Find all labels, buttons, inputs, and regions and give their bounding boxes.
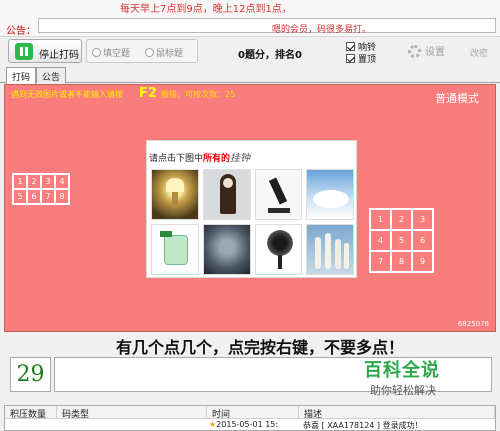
grid-cell[interactable]: 5	[13, 189, 27, 204]
grid-cell[interactable]: 7	[370, 251, 391, 272]
settings-label: 设置	[425, 47, 445, 58]
countdown-number: 29	[10, 357, 51, 392]
mushroom-shape	[315, 237, 322, 269]
microscope-shape	[267, 208, 290, 213]
lamp-shape	[166, 178, 184, 192]
tree-shape	[277, 255, 282, 269]
notice-bar: 公告： 每天早上7点到9点，晚上12点到1点， 嗯的会员，码很多易打。	[0, 0, 500, 37]
stop-button-label: 停止打码	[39, 50, 79, 61]
grid-cell[interactable]: 4	[55, 174, 69, 189]
score-text: 0题分，排名0	[238, 50, 302, 61]
grid-cell[interactable]: 1	[13, 174, 27, 189]
radio-circle-icon	[92, 48, 101, 57]
microscope-shape	[268, 177, 287, 205]
checkbox-checked-icon	[346, 54, 355, 63]
f2-key-hint: F2	[139, 86, 157, 101]
captcha-pic-clock[interactable]	[202, 169, 251, 220]
grid-cell[interactable]: 1	[370, 209, 391, 230]
log-table: 积压数量 码类型 时间 描述 ★2015-05-01 15: 恭喜 [ XAA1…	[4, 405, 496, 431]
tab-announcement[interactable]: 公告	[36, 67, 67, 83]
grid-cell[interactable]: 9	[412, 251, 433, 272]
log-time-cell: ★2015-05-01 15:	[209, 420, 278, 429]
log-time: 2015-05-01 15:	[216, 420, 279, 429]
tab-captcha[interactable]: 打码	[6, 67, 37, 84]
grid-cell[interactable]: 6	[27, 189, 41, 204]
checkbox-checked-icon	[346, 42, 355, 51]
radio-mouse-label: 鼠标题	[156, 49, 184, 59]
grid-cell[interactable]: 8	[55, 189, 69, 204]
prompt-emphasis: 所有的	[203, 154, 231, 164]
captcha-picture-grid	[151, 169, 354, 275]
prompt-prefix: 请点击下图中	[149, 154, 204, 164]
grid-cell[interactable]: 8	[391, 251, 412, 272]
grid-cell[interactable]: 5	[391, 230, 412, 251]
radio-mouse[interactable]: 鼠标题	[145, 46, 183, 59]
captcha-pic-lamp[interactable]	[151, 169, 199, 220]
column-header: 描述	[299, 406, 495, 420]
sprayer-shape	[160, 231, 172, 237]
radio-circle-icon	[145, 48, 154, 57]
grid-cell[interactable]: 2	[27, 174, 41, 189]
watermark-title: 百科全说	[364, 360, 440, 381]
settings-button[interactable]: 设置	[408, 43, 445, 58]
captcha-panel: 遇到无效图片或者不能输入请按 F2 报错，可按次数：25 普通模式 1 2 3 …	[4, 84, 496, 332]
stop-button[interactable]: 停止打码	[8, 39, 82, 63]
captcha-pic-mushrooms[interactable]	[306, 224, 354, 275]
radio-fill[interactable]: 填空题	[92, 46, 130, 59]
tries-text: 报错，可按次数：25	[161, 90, 236, 99]
captcha-image: 请点击下图中所有的挂钟	[146, 140, 357, 278]
captcha-pic-moon[interactable]	[202, 224, 251, 275]
tab-bar: 打码 公告	[0, 66, 500, 84]
captcha-id: 6825076	[457, 320, 489, 328]
left-number-grid: 1 2 3 4 5 6 7 8	[12, 173, 70, 205]
prompt-target: 挂钟	[230, 153, 251, 164]
grid-cell[interactable]: 3	[41, 174, 55, 189]
sprayer-shape	[164, 235, 188, 265]
clock-shape	[222, 178, 233, 188]
watermark: 百科全说 助你轻松解决	[348, 354, 466, 398]
captcha-pic-tree[interactable]	[254, 224, 303, 275]
grid-cell[interactable]: 4	[370, 230, 391, 251]
mushroom-shape	[325, 233, 332, 269]
mushroom-shape	[344, 243, 350, 269]
toolbar: 停止打码 填空题 鼠标题 0题分，排名0 响铃 置顶 设置 改密	[0, 38, 500, 66]
captcha-client-window: 公告： 每天早上7点到9点，晚上12点到1点， 嗯的会员，码很多易打。 停止打码…	[0, 0, 500, 431]
column-header: 积压数量	[5, 406, 57, 420]
grid-cell[interactable]: 3	[412, 209, 433, 230]
grid-cell[interactable]: 2	[391, 209, 412, 230]
grid-cell[interactable]: 6	[412, 230, 433, 251]
tree-shape	[263, 229, 296, 257]
warning-text: 遇到无效图片或者不能输入请按	[11, 90, 123, 99]
gear-icon	[408, 45, 421, 58]
notice-marquee: 每天早上7点到9点，晚上12点到1点，	[120, 4, 292, 15]
captcha-prompt: 请点击下图中所有的挂钟	[149, 149, 250, 164]
captcha-pic-sprayer[interactable]	[151, 224, 199, 275]
notice-text: 嗯的会员，码很多易打。	[272, 25, 372, 35]
instruction-text: 有几个点几个，点完按右键，不要多点！	[115, 338, 404, 357]
topmost-checkbox-label: 置顶	[358, 55, 377, 65]
pause-icon	[15, 43, 33, 60]
radio-fill-label: 填空题	[103, 49, 131, 59]
column-header: 时间	[207, 406, 299, 420]
mushroom-shape	[335, 239, 342, 269]
right-number-grid: 1 2 3 4 5 6 7 8 9	[369, 208, 434, 273]
captcha-pic-clouds[interactable]	[306, 169, 354, 220]
watermark-subtitle: 助你轻松解决	[370, 384, 436, 397]
cloud-shape	[313, 190, 350, 208]
log-desc: 恭喜 [ XAA178124 ] 登录成功！	[303, 421, 423, 430]
question-type-group: 填空题 鼠标题	[86, 39, 198, 63]
column-header: 码类型	[57, 406, 207, 420]
lamp-shape	[172, 192, 178, 208]
notice-box	[38, 18, 496, 33]
notice-label: 公告：	[6, 26, 36, 37]
captcha-pic-microscope[interactable]	[254, 169, 303, 220]
change-password-button[interactable]: 改密	[470, 46, 488, 59]
grid-cell[interactable]: 7	[41, 189, 55, 204]
topmost-checkbox[interactable]: 置顶	[346, 52, 376, 65]
mode-label: 普通模式	[435, 92, 479, 105]
